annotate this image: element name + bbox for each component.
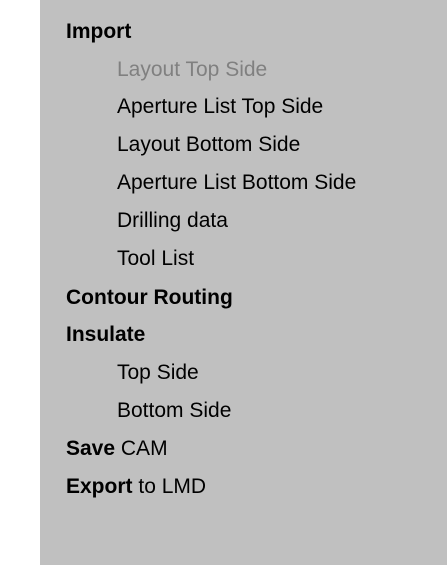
menu-section-insulate[interactable]: Insulate [66, 319, 145, 351]
export-label-rest: to LMD [138, 475, 207, 498]
save-label-rest: CAM [120, 437, 168, 460]
menu-item-aperture-list-top-side[interactable]: Aperture List Top Side [117, 91, 323, 123]
menu-section-import[interactable]: Import [66, 16, 131, 48]
menu-item-insulate-top-side[interactable]: Top Side [117, 357, 199, 389]
menu-item-export-to-lmd[interactable]: Export to LMD [66, 471, 206, 503]
menu-item-insulate-bottom-side[interactable]: Bottom Side [117, 395, 231, 427]
menu-item-layout-bottom-side[interactable]: Layout Bottom Side [117, 129, 300, 161]
menu-panel: Import Layout Top Side Aperture List Top… [40, 0, 447, 565]
menu-item-tool-list[interactable]: Tool List [117, 243, 194, 275]
menu-item-drilling-data[interactable]: Drilling data [117, 205, 228, 237]
menu-item-save-cam[interactable]: Save CAM [66, 433, 168, 465]
export-label-bold: Export [66, 475, 133, 498]
menu-item-contour-routing[interactable]: Contour Routing [66, 282, 233, 314]
menu-item-layout-top-side: Layout Top Side [117, 58, 268, 81]
menu-item-aperture-list-bottom-side[interactable]: Aperture List Bottom Side [117, 167, 356, 199]
save-label-bold: Save [66, 437, 116, 460]
